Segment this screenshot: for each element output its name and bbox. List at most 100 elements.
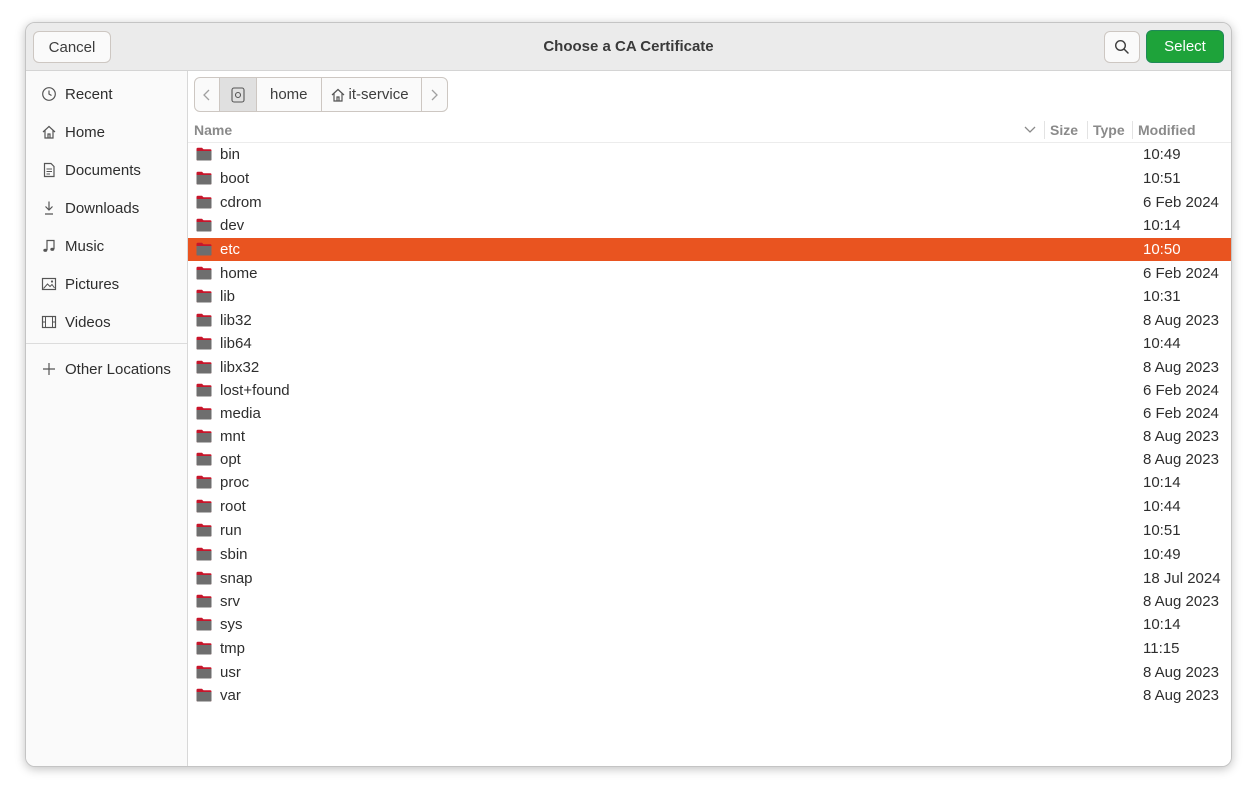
file-row[interactable]: lost+found 6 Feb 2024 <box>188 379 1231 402</box>
folder-icon <box>196 147 212 161</box>
column-size[interactable]: Size <box>1050 122 1078 138</box>
path-segment-label: it-service <box>348 86 409 103</box>
file-name: snap <box>220 570 253 587</box>
sidebar-item-videos[interactable]: Videos <box>26 304 187 340</box>
sidebar-item-label: Downloads <box>65 199 140 217</box>
file-row[interactable]: lib64 10:44 <box>188 332 1231 355</box>
picture-icon <box>39 274 59 294</box>
file-name: root <box>220 498 246 515</box>
path-segment-home[interactable]: home <box>257 78 322 111</box>
file-row[interactable]: root 10:44 <box>188 495 1231 518</box>
file-row[interactable]: media 6 Feb 2024 <box>188 402 1231 425</box>
column-name[interactable]: Name <box>194 122 232 138</box>
file-modified: 10:14 <box>1143 474 1181 491</box>
file-row[interactable]: tmp 11:15 <box>188 637 1231 660</box>
sidebar-item-pictures[interactable]: Pictures <box>26 266 187 302</box>
column-separator <box>1087 121 1088 139</box>
file-name: mnt <box>220 428 246 445</box>
file-name: lost+found <box>220 382 290 399</box>
file-row[interactable]: bin 10:49 <box>188 143 1231 166</box>
file-name: usr <box>220 664 241 681</box>
file-row[interactable]: srv 8 Aug 2023 <box>188 590 1231 613</box>
file-row[interactable]: dev 10:14 <box>188 214 1231 237</box>
header-bar: Cancel Choose a CA Certificate Select <box>26 23 1231 71</box>
folder-icon <box>196 641 212 655</box>
file-modified: 6 Feb 2024 <box>1143 265 1219 282</box>
file-row[interactable]: var 8 Aug 2023 <box>188 684 1231 707</box>
file-row[interactable]: run 10:51 <box>188 519 1231 542</box>
folder-icon <box>196 429 212 443</box>
file-modified: 6 Feb 2024 <box>1143 382 1219 399</box>
plus-icon <box>39 359 59 379</box>
music-icon <box>39 236 59 256</box>
file-modified: 11:15 <box>1143 640 1180 657</box>
file-name: bin <box>220 146 241 163</box>
select-button[interactable]: Select <box>1146 30 1224 63</box>
sidebar-item-home[interactable]: Home <box>26 114 187 150</box>
file-modified: 10:14 <box>1143 217 1181 234</box>
column-separator <box>1044 121 1045 139</box>
sidebar-item-label: Pictures <box>65 275 120 293</box>
sidebar-item-downloads[interactable]: Downloads <box>26 190 187 226</box>
folder-icon <box>196 665 212 679</box>
file-name: lib32 <box>220 312 252 329</box>
home-icon <box>331 88 344 102</box>
places-sidebar: Recent Home Documents Downloads Music Pi… <box>26 71 188 766</box>
column-type[interactable]: Type <box>1093 122 1125 138</box>
path-back-button[interactable] <box>195 78 220 111</box>
file-row[interactable]: home 6 Feb 2024 <box>188 262 1231 285</box>
file-modified: 18 Jul 2024 <box>1143 570 1221 587</box>
folder-icon <box>196 218 212 232</box>
file-modified: 10:49 <box>1143 546 1181 563</box>
file-row[interactable]: sbin 10:49 <box>188 543 1231 566</box>
sidebar-item-label: Home <box>65 123 106 141</box>
folder-icon <box>196 195 212 209</box>
file-name: lib <box>220 288 236 305</box>
file-name: proc <box>220 474 250 491</box>
path-bar: home it-service <box>194 77 448 112</box>
sidebar-item-other-locations[interactable]: Other Locations <box>26 351 187 387</box>
cancel-button[interactable]: Cancel <box>33 31 111 63</box>
file-row[interactable]: proc 10:14 <box>188 471 1231 494</box>
folder-icon <box>196 571 212 585</box>
file-row[interactable]: lib 10:31 <box>188 285 1231 308</box>
file-modified: 10:49 <box>1143 146 1181 163</box>
file-modified: 10:14 <box>1143 616 1181 633</box>
file-row[interactable]: opt 8 Aug 2023 <box>188 448 1231 471</box>
file-modified: 8 Aug 2023 <box>1143 451 1219 468</box>
file-row[interactable]: lib32 8 Aug 2023 <box>188 309 1231 332</box>
path-segment-it-service[interactable]: it-service <box>322 78 422 111</box>
file-row[interactable]: boot 10:51 <box>188 167 1231 190</box>
folder-icon <box>196 242 212 256</box>
file-row[interactable]: snap 18 Jul 2024 <box>188 567 1231 590</box>
file-row[interactable]: cdrom 6 Feb 2024 <box>188 191 1231 214</box>
path-forward-button[interactable] <box>422 78 447 111</box>
file-row[interactable]: etc 10:50 <box>188 238 1231 261</box>
search-button[interactable] <box>1104 31 1140 63</box>
file-name: srv <box>220 593 240 610</box>
sidebar-item-recent[interactable]: Recent <box>26 76 187 112</box>
file-name: dev <box>220 217 245 234</box>
column-header: Name Size Type Modified <box>188 118 1231 143</box>
column-modified[interactable]: Modified <box>1138 122 1196 138</box>
file-modified: 8 Aug 2023 <box>1143 687 1219 704</box>
file-modified: 10:44 <box>1143 498 1181 515</box>
file-name: etc <box>220 241 241 258</box>
sidebar-item-label: Videos <box>65 313 111 331</box>
file-name: opt <box>220 451 241 468</box>
file-name: tmp <box>220 640 246 657</box>
file-row[interactable]: usr 8 Aug 2023 <box>188 661 1231 684</box>
video-icon <box>39 312 59 332</box>
file-name: lib64 <box>220 335 252 352</box>
file-modified: 8 Aug 2023 <box>1143 312 1219 329</box>
file-row[interactable]: mnt 8 Aug 2023 <box>188 425 1231 448</box>
file-row[interactable]: sys 10:14 <box>188 613 1231 636</box>
sort-chevron-down-icon[interactable] <box>1024 126 1036 134</box>
path-root-button[interactable] <box>220 78 257 111</box>
sidebar-item-documents[interactable]: Documents <box>26 152 187 188</box>
file-row[interactable]: libx32 8 Aug 2023 <box>188 356 1231 379</box>
sidebar-item-music[interactable]: Music <box>26 228 187 264</box>
file-browser: home it-service Name Size Type Modified … <box>188 71 1231 766</box>
file-modified: 8 Aug 2023 <box>1143 428 1219 445</box>
sidebar-item-label: Music <box>65 237 105 255</box>
